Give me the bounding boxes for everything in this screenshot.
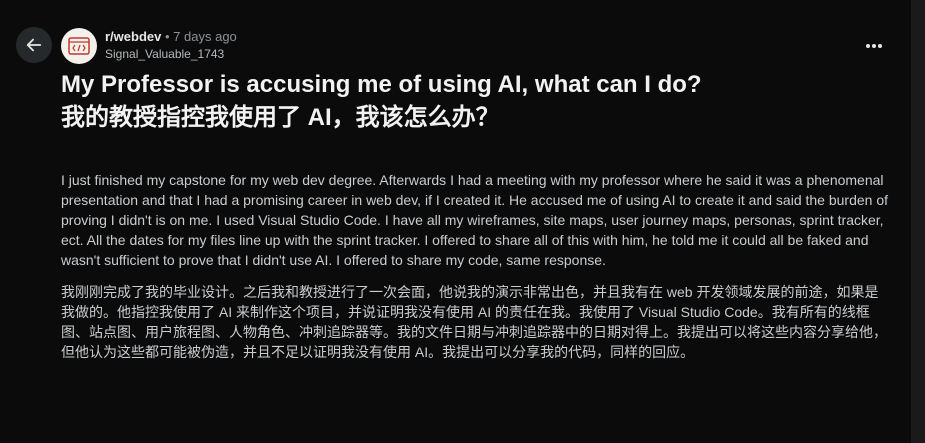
post-timestamp: 7 days ago xyxy=(173,29,237,44)
post-meta: r/webdev • 7 days ago Signal_Valuable_17… xyxy=(105,29,237,62)
subreddit-link[interactable]: r/webdev xyxy=(105,29,161,44)
code-bracket-icon xyxy=(68,37,90,55)
meta-separator: • xyxy=(164,29,170,44)
post-title-en: My Professor is accusing me of using AI,… xyxy=(61,71,702,98)
subreddit-avatar[interactable] xyxy=(61,28,97,64)
author-link[interactable]: Signal_Valuable_1743 xyxy=(105,46,237,62)
post-title: My Professor is accusing me of using AI,… xyxy=(61,68,891,134)
post-body-en: I just finished my capstone for my web d… xyxy=(61,172,889,268)
back-button[interactable] xyxy=(16,27,52,63)
scrollbar-track[interactable] xyxy=(911,0,925,443)
arrow-left-icon xyxy=(26,38,42,52)
post-page: r/webdev • 7 days ago Signal_Valuable_17… xyxy=(0,0,925,443)
more-options-button[interactable] xyxy=(858,33,890,59)
post-title-zh: 我的教授指控我使用了 AI，我该怎么办？ xyxy=(61,104,500,131)
post-body-zh: 我刚刚完成了我的毕业设计。之后我和教授进行了一次会面，他说我的演示非常出色，并且… xyxy=(61,284,887,360)
more-horizontal-icon xyxy=(866,44,882,48)
post-body: I just finished my capstone for my web d… xyxy=(61,170,891,374)
post-meta-top: r/webdev • 7 days ago xyxy=(105,29,237,45)
